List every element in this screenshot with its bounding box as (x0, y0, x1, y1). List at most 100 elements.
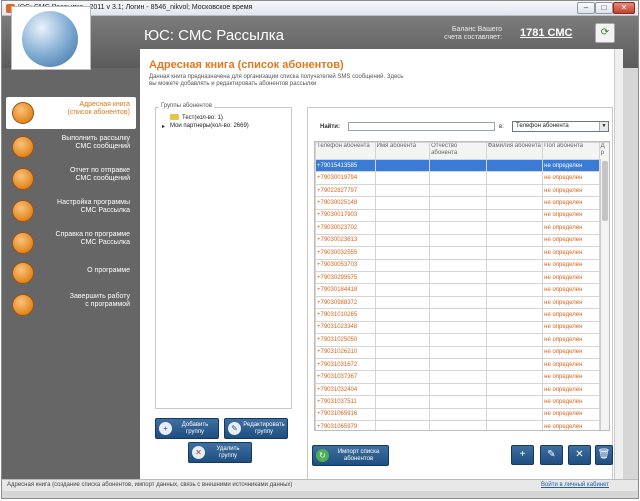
table-row[interactable]: +79031023348 не определен (315, 320, 609, 335)
sidebar-item-help[interactable]: Справка по программе СМС Рассылка (6, 227, 136, 259)
expand-arrow-icon[interactable]: ▸ (162, 123, 167, 130)
table-row[interactable]: +79031037367 не определен (315, 370, 609, 384)
cell-phone: +79030184418 (315, 283, 376, 297)
add-contact-icon[interactable]: + (511, 445, 534, 465)
close-window-button[interactable]: ✕ (613, 2, 635, 14)
search-field-select[interactable]: Телефон абонента ▼ (512, 121, 609, 132)
content-scrollbar[interactable] (614, 49, 623, 490)
table-row[interactable]: +79031032404 не определен (315, 382, 609, 397)
table-row[interactable]: +79030053703 не определен (315, 258, 609, 272)
balance-label: Баланс Вашего счета составляет: (438, 26, 502, 42)
edit-group-button[interactable]: ✎ Редактировать группу (224, 418, 288, 439)
cell-patronymic (429, 183, 487, 198)
cell-gender: не определен (542, 370, 600, 384)
cell-phone: +79030025148 (315, 196, 376, 210)
table-scrollbar[interactable] (600, 159, 609, 430)
cell-phone: +79030023613 (315, 233, 376, 248)
sidebar-item-address-book[interactable]: Адресная книга (список абонентов) (6, 97, 136, 129)
col-header-patronymic[interactable]: Отчество абонента (429, 142, 487, 160)
cell-surname (485, 158, 544, 173)
table-row[interactable]: +79031037511 не определен (315, 395, 609, 409)
sidebar-item-send-sms[interactable]: Выполнить рассылку СМС сообщений (6, 131, 136, 163)
table-row[interactable]: +79030299575 не определен (315, 270, 609, 285)
table-row[interactable]: +79031025050 не определен (315, 333, 609, 347)
table-row[interactable]: +79030032555 не определен (315, 246, 609, 260)
table-row[interactable]: +79030023702 не определен (315, 221, 609, 235)
cell-gender: не определен (542, 345, 600, 360)
table-row[interactable]: +79015413585 не определен (315, 158, 609, 173)
cell-phone: +79030299575 (315, 270, 376, 285)
sidebar-item-settings[interactable]: Настройка программы СМС Рассылка (6, 195, 136, 227)
table-row[interactable]: +79030025148 не определен (315, 196, 609, 210)
group-item-partners[interactable]: ▸ Мои партнеры(кол-во: 2669) (162, 123, 249, 130)
scrollbar-thumb[interactable] (602, 161, 608, 221)
cell-surname (485, 283, 544, 297)
edit-contact-icon[interactable]: ✎ (540, 445, 563, 465)
refresh-icon[interactable]: ⟳ (595, 23, 615, 43)
sidebar-item-sublabel: с программой (85, 301, 130, 308)
cell-name (374, 183, 431, 198)
table-row[interactable]: +79030988372 не определен (315, 295, 609, 310)
cell-phone: +79031031672 (315, 357, 376, 372)
sidebar-item-about[interactable]: О программе (6, 257, 136, 289)
table-row[interactable]: +79030023613 не определен (315, 233, 609, 248)
table-row[interactable]: +79031010265 не определен (315, 308, 609, 322)
search-input[interactable] (348, 122, 495, 131)
sidebar-item-label: О программе (87, 267, 130, 274)
sidebar-item-exit[interactable]: Завершить работу с программой (6, 289, 136, 321)
cell-name (374, 345, 431, 360)
cell-patronymic (429, 407, 487, 422)
table-row[interactable]: +79031065916 не определен (315, 407, 609, 422)
sidebar-item-label: Настройка программы (57, 199, 130, 206)
cell-phone: +79031023348 (315, 320, 376, 335)
personal-cabinet-link[interactable]: Войти в личный кабинет (541, 482, 609, 488)
maximize-button[interactable]: □ (595, 2, 613, 14)
chevron-down-icon: ▼ (599, 122, 608, 131)
cell-name (374, 357, 431, 372)
cell-name (374, 395, 431, 409)
table-row[interactable]: +79031026210 не определен (315, 345, 609, 360)
table-row[interactable]: +79030019794 не определен (315, 171, 609, 185)
cell-surname (485, 333, 544, 347)
cell-patronymic (429, 158, 487, 173)
col-header-name[interactable]: Имя абонента (374, 142, 431, 160)
delete-group-icon: ✕ (192, 446, 205, 459)
minimize-button[interactable]: – (577, 2, 595, 14)
table-row[interactable]: +79030184418 не определен (315, 283, 609, 297)
cell-name (374, 407, 431, 422)
cell-patronymic (429, 283, 487, 297)
sidebar-item-label: Адресная книга (79, 101, 130, 108)
delete-contact-icon[interactable]: ✕ (568, 445, 591, 465)
balance-value[interactable]: 1781 СМС (520, 27, 572, 39)
add-group-button[interactable]: + Добавить группу (155, 418, 219, 439)
import-list-button[interactable]: ↻ Импорт списка абонентов (312, 445, 389, 466)
trash-icon[interactable]: 🗑 (595, 445, 613, 465)
app-logo (11, 6, 91, 70)
cell-gender: не определен (542, 407, 600, 422)
col-header-surname[interactable]: Фамилия абонента (485, 142, 544, 160)
col-header-phone[interactable]: Телефон абонента (315, 142, 376, 160)
cell-surname (485, 370, 544, 384)
table-row[interactable]: +79022827797 не определен (315, 183, 609, 198)
sidebar-item-label: Отчет по отправке (69, 167, 130, 174)
cell-gender: не определен (542, 283, 600, 297)
cell-surname (485, 345, 544, 360)
globe-icon (22, 11, 78, 67)
col-header-gender[interactable]: Пол абонента (542, 142, 600, 160)
orange-bullet-icon (12, 136, 34, 158)
col-header-birthday[interactable]: Д р (598, 142, 609, 160)
cell-name (374, 171, 431, 185)
cell-phone: +79031065979 (315, 420, 376, 430)
cell-name (374, 270, 431, 285)
table-row[interactable]: +79031065979 не определен (315, 420, 609, 430)
cell-gender: не определен (542, 333, 600, 347)
search-field-value: Телефон абонента (516, 123, 569, 129)
sidebar-item-report[interactable]: Отчет по отправке СМС сообщений (6, 163, 136, 195)
cell-patronymic (429, 258, 487, 272)
table-row[interactable]: +79031031672 не определен (315, 357, 609, 372)
group-item-test[interactable]: Тест(кол-во: 1) (170, 114, 223, 121)
table-row[interactable]: +79030017903 не определен (315, 208, 609, 223)
cell-phone: +79030053703 (315, 258, 376, 272)
sidebar-item-label: Справка по программе (55, 231, 130, 238)
delete-group-button[interactable]: ✕ Удалить группу (188, 442, 252, 463)
